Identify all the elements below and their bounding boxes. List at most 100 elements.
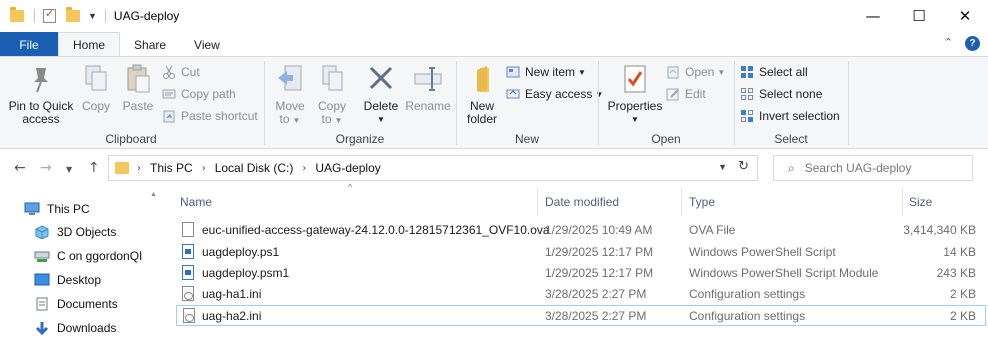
delete-x-icon: [366, 62, 396, 96]
file-row[interactable]: uagdeploy.psm1 1/29/2025 12:17 PM Window…: [176, 263, 986, 284]
column-divider[interactable]: [537, 188, 538, 216]
edit-button[interactable]: Edit: [666, 87, 706, 101]
copy-icon: [81, 62, 111, 96]
column-divider[interactable]: [681, 188, 682, 216]
search-input[interactable]: ⌕ Search UAG-deploy: [773, 155, 973, 181]
file-icon: [182, 222, 194, 237]
move-to-icon: [275, 62, 305, 96]
nav-item-label: This PC: [47, 202, 90, 216]
breadcrumb-uag-deploy[interactable]: UAG-deploy: [315, 161, 380, 175]
nav-item-documents[interactable]: Documents: [34, 297, 118, 311]
organize-group: Move to ▼ Copy to ▼ Delete ▼ Rename Organi…: [266, 57, 454, 149]
file-date: 1/29/2025 12:17 PM: [545, 266, 654, 280]
address-bar[interactable]: › This PC › Local Disk (C:) › UAG-deploy…: [108, 155, 758, 181]
back-arrow-icon[interactable]: ←: [14, 160, 26, 176]
forward-arrow-icon[interactable]: →: [40, 160, 52, 176]
breadcrumb-local-disk[interactable]: Local Disk (C:): [215, 161, 294, 175]
ribbon: Pin to Quick access Copy Paste Cut Copy …: [0, 56, 988, 149]
paste-shortcut-button[interactable]: Paste shortcut: [162, 109, 258, 123]
navigation-pane: This PC 3D Objects C on ggordonQI Deskto…: [0, 186, 160, 345]
nav-item-desktop[interactable]: Desktop: [34, 273, 101, 287]
maximize-button[interactable]: ☐: [896, 0, 942, 32]
select-none-icon: [740, 87, 754, 101]
copy-path-button[interactable]: Copy path: [162, 87, 236, 101]
paste-button[interactable]: Paste: [118, 62, 158, 113]
pin-to-quick-access-button[interactable]: Pin to Quick access: [6, 62, 76, 126]
easy-access-button[interactable]: Easy access ▼: [506, 87, 603, 101]
breadcrumb-this-pc[interactable]: This PC: [150, 161, 193, 175]
open-icon: [666, 65, 680, 79]
tab-share[interactable]: Share: [120, 32, 180, 57]
copy-to-button[interactable]: Copy to ▼: [312, 62, 352, 127]
pin-icon: [26, 62, 56, 96]
column-header-name[interactable]: Name: [180, 186, 536, 218]
recent-locations-chevron-icon[interactable]: ▼: [66, 165, 72, 174]
column-header-type[interactable]: Type: [689, 186, 903, 218]
window-title: UAG-deploy: [113, 9, 180, 23]
move-to-label-line1: Move: [275, 99, 305, 113]
breadcrumb-chevron-icon[interactable]: ›: [137, 163, 141, 174]
breadcrumb-chevron-icon[interactable]: ›: [302, 163, 306, 174]
cut-label: Cut: [181, 65, 200, 79]
ribbon-tabs: File Home Share View ⌃ ?: [0, 32, 988, 57]
scroll-up-arrow-icon[interactable]: ▲: [150, 191, 157, 198]
new-folder-icon[interactable]: [66, 7, 80, 22]
group-divider: [598, 61, 599, 145]
properties-icon[interactable]: [43, 7, 56, 23]
pin-label-line2: access: [22, 112, 60, 126]
close-button[interactable]: ✕: [942, 0, 988, 32]
new-item-button[interactable]: New item ▼: [506, 65, 586, 79]
folder-icon[interactable]: [10, 7, 24, 22]
properties-button[interactable]: Properties ▼: [604, 62, 666, 126]
file-row[interactable]: euc-unified-access-gateway-24.12.0.0-128…: [176, 220, 986, 241]
file-date: 3/28/2025 2:27 PM: [545, 309, 647, 323]
file-row[interactable]: uag-ha1.ini 3/28/2025 2:27 PM Configurat…: [176, 284, 986, 305]
nav-pane-scrollbar[interactable]: ▲: [146, 186, 160, 345]
file-size: 2 KB: [949, 309, 976, 323]
select-all-label: Select all: [759, 65, 808, 79]
config-file-icon: [182, 286, 194, 301]
up-arrow-icon[interactable]: ↑: [88, 160, 100, 176]
powershell-script-icon: [182, 244, 194, 259]
customize-toolbar-chevron-icon[interactable]: ▼: [88, 11, 97, 21]
downloads-arrow-icon: [34, 321, 50, 336]
new-folder-button[interactable]: New folder: [460, 62, 504, 126]
column-header-date-modified[interactable]: Date modified: [545, 186, 677, 218]
tab-view[interactable]: View: [180, 32, 234, 57]
invert-selection-button[interactable]: Invert selection: [740, 109, 840, 123]
file-type: Windows PowerShell Script: [689, 245, 836, 259]
title-bar: ▼ UAG-deploy — ☐ ✕: [0, 0, 988, 32]
select-none-button[interactable]: Select none: [740, 87, 822, 101]
rename-label: Rename: [405, 99, 451, 113]
file-type: Configuration settings: [689, 287, 806, 301]
rename-button[interactable]: Rename: [404, 62, 452, 113]
desktop-icon: [34, 273, 50, 287]
cut-button[interactable]: Cut: [162, 65, 200, 79]
breadcrumb-chevron-icon[interactable]: ›: [202, 163, 206, 174]
nav-item-3d-objects[interactable]: 3D Objects: [34, 225, 116, 240]
collapse-ribbon-chevron-icon[interactable]: ⌃: [944, 36, 953, 51]
copy-button[interactable]: Copy: [78, 62, 114, 113]
file-row[interactable]: uagdeploy.ps1 1/29/2025 12:17 PM Windows…: [176, 242, 986, 263]
quick-access-toolbar: ▼: [0, 0, 114, 32]
open-button[interactable]: Open ▼: [666, 65, 725, 79]
column-header-size[interactable]: Size: [909, 186, 979, 218]
nav-item-downloads[interactable]: Downloads: [34, 321, 116, 336]
tab-home[interactable]: Home: [58, 32, 121, 57]
move-to-label-line2: to ▼: [279, 112, 301, 126]
file-size: 14 KB: [943, 245, 976, 259]
delete-button[interactable]: Delete ▼: [360, 62, 402, 126]
nav-item-network-drive[interactable]: C on ggordonQI: [34, 249, 142, 263]
help-icon[interactable]: ?: [965, 36, 980, 51]
nav-item-this-pc[interactable]: This PC: [24, 202, 90, 216]
minimize-button[interactable]: —: [850, 0, 896, 32]
move-to-button[interactable]: Move to ▼: [270, 62, 310, 127]
copy-to-icon: [317, 62, 347, 96]
file-row[interactable]: uag-ha2.ini 3/28/2025 2:27 PM Configurat…: [176, 305, 986, 326]
file-size: 2 KB: [949, 287, 976, 301]
select-all-button[interactable]: Select all: [740, 65, 808, 79]
refresh-icon[interactable]: ↻: [738, 159, 749, 174]
address-history-chevron-icon[interactable]: ▼: [718, 162, 727, 172]
column-divider[interactable]: [902, 188, 903, 216]
tab-file[interactable]: File: [0, 32, 58, 57]
